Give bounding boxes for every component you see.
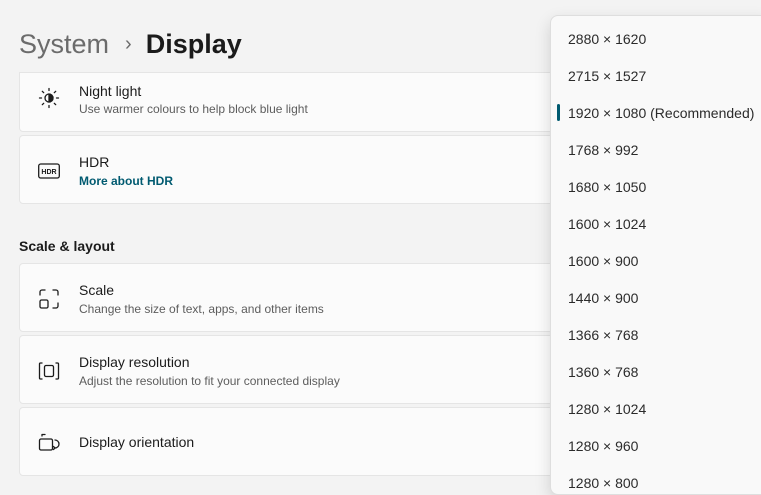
hdr-card[interactable]: HDR HDR More about HDR bbox=[19, 135, 579, 204]
resolution-option-selected[interactable]: 1920 × 1080 (Recommended) bbox=[551, 94, 761, 131]
resolution-icon bbox=[38, 360, 60, 382]
orientation-icon bbox=[38, 432, 60, 454]
resolution-dropdown[interactable]: 2880 × 1620 2715 × 1527 1920 × 1080 (Rec… bbox=[550, 15, 761, 495]
resolution-option[interactable]: 1280 × 960 bbox=[551, 427, 761, 464]
resolution-option[interactable]: 2715 × 1527 bbox=[551, 57, 761, 94]
breadcrumb-system[interactable]: System bbox=[19, 29, 109, 60]
display-orientation-title: Display orientation bbox=[79, 434, 195, 450]
resolution-option[interactable]: 1600 × 1024 bbox=[551, 205, 761, 242]
breadcrumb-separator-icon: › bbox=[125, 32, 132, 55]
resolution-option[interactable]: 1600 × 900 bbox=[551, 242, 761, 279]
night-light-title: Night light bbox=[79, 83, 142, 99]
display-orientation-card[interactable]: Display orientation bbox=[19, 407, 579, 476]
resolution-option[interactable]: 1366 × 768 bbox=[551, 316, 761, 353]
night-light-subtitle: Use warmer colours to help block blue li… bbox=[79, 102, 308, 116]
hdr-icon-text: HDR bbox=[41, 169, 56, 176]
resolution-option[interactable]: 1768 × 992 bbox=[551, 131, 761, 168]
resolution-option[interactable]: 1280 × 800 bbox=[551, 464, 761, 494]
hdr-icon: HDR bbox=[38, 160, 60, 182]
night-light-card[interactable]: Night light Use warmer colours to help b… bbox=[19, 72, 579, 132]
resolution-option[interactable]: 1680 × 1050 bbox=[551, 168, 761, 205]
display-resolution-subtitle: Adjust the resolution to fit your connec… bbox=[79, 374, 340, 388]
resolution-option[interactable]: 1360 × 768 bbox=[551, 353, 761, 390]
scale-icon bbox=[38, 288, 60, 310]
section-heading-scale-layout: Scale & layout bbox=[19, 238, 115, 254]
hdr-link[interactable]: More about HDR bbox=[79, 174, 173, 188]
scale-title: Scale bbox=[79, 282, 115, 298]
scale-subtitle: Change the size of text, apps, and other… bbox=[79, 302, 324, 316]
scale-card[interactable]: Scale Change the size of text, apps, and… bbox=[19, 263, 579, 332]
brightness-icon bbox=[38, 87, 60, 109]
resolution-option[interactable]: 1280 × 1024 bbox=[551, 390, 761, 427]
breadcrumb: System › Display bbox=[19, 26, 242, 62]
page-title: Display bbox=[145, 28, 242, 59]
resolution-option[interactable]: 1440 × 900 bbox=[551, 279, 761, 316]
resolution-option[interactable]: 2880 × 1620 bbox=[551, 20, 761, 57]
display-resolution-card[interactable]: Display resolution Adjust the resolution… bbox=[19, 335, 579, 404]
display-resolution-title: Display resolution bbox=[79, 354, 190, 370]
hdr-title: HDR bbox=[79, 154, 110, 170]
